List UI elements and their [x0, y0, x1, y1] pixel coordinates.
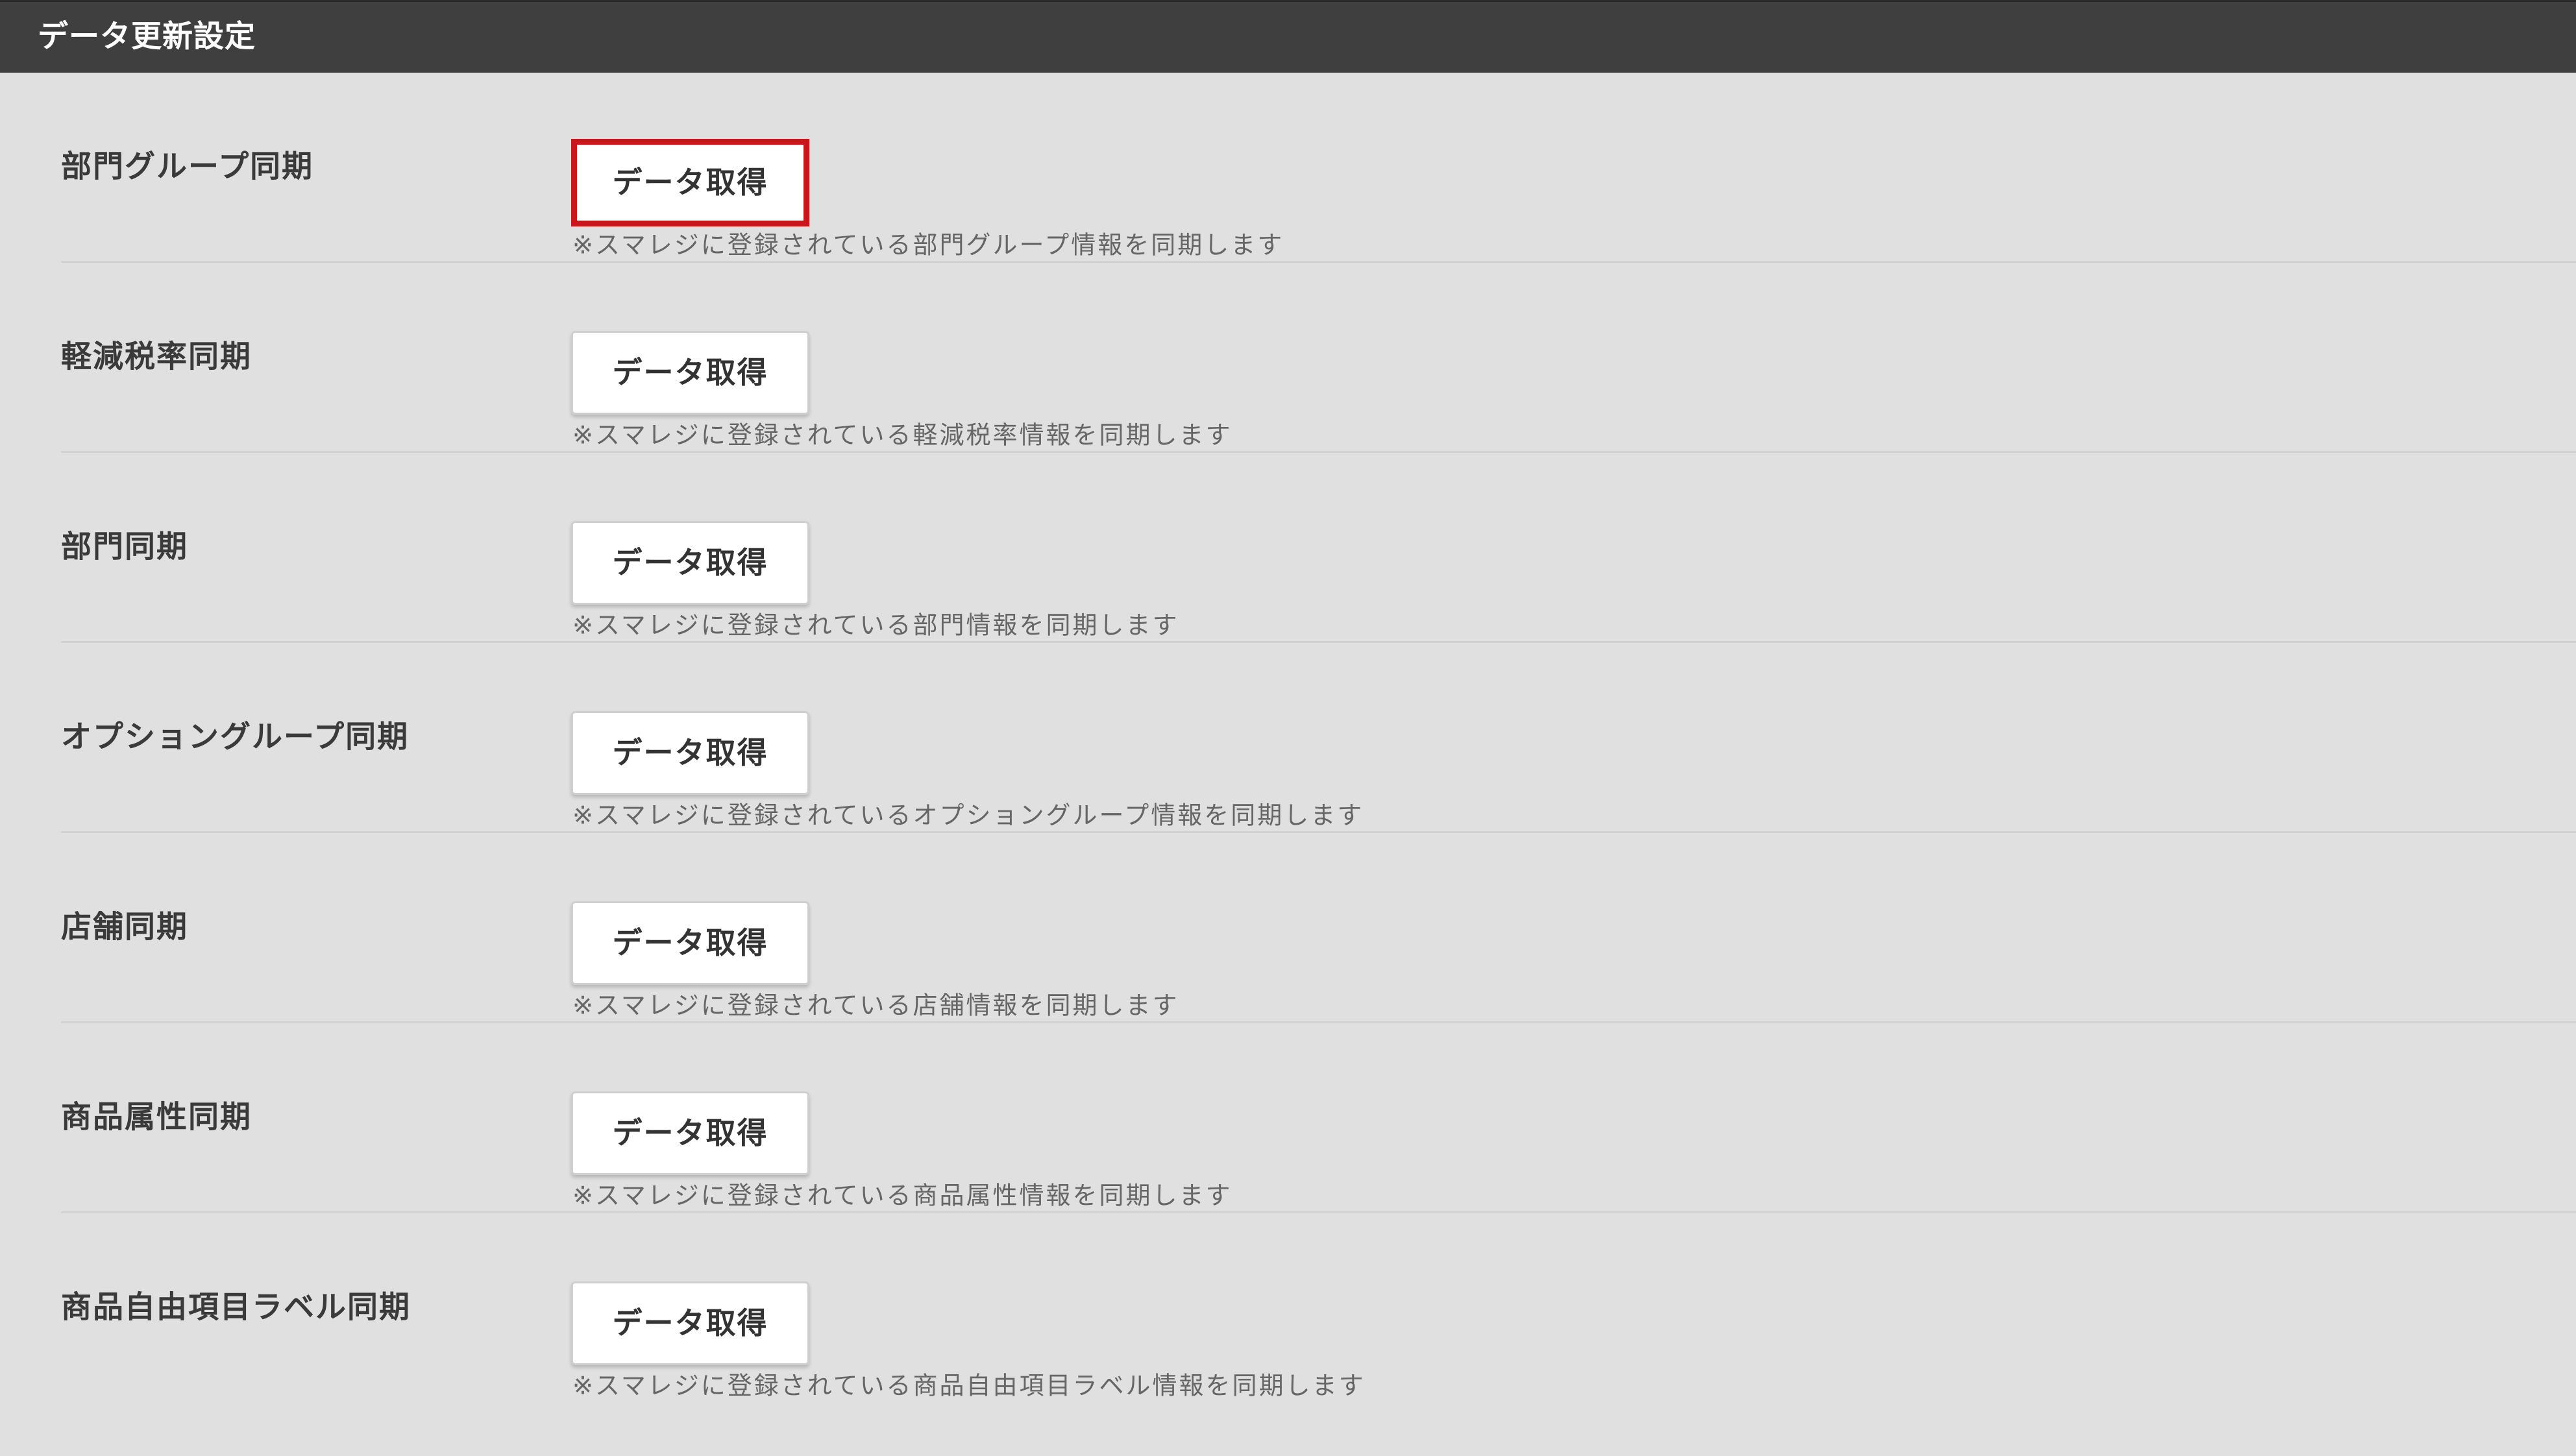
row-product-attribute-sync: 商品属性同期 データ取得 ※スマレジに登録されている商品属性情報を同期します — [0, 1023, 2576, 1213]
row-note: ※スマレジに登録されている軽減税率情報を同期します — [572, 420, 1233, 450]
row-label: 部門同期 — [61, 529, 188, 565]
fetch-data-button-reduced-tax-rate[interactable]: データ取得 — [571, 331, 809, 415]
row-label: 軽減税率同期 — [61, 339, 252, 375]
row-note: ※スマレジに登録されている商品自由項目ラベル情報を同期します — [572, 1371, 1366, 1400]
row-note: ※スマレジに登録されている店舗情報を同期します — [572, 991, 1179, 1020]
row-reduced-tax-rate-sync: 軽減税率同期 データ取得 ※スマレジに登録されている軽減税率情報を同期します — [0, 263, 2576, 453]
row-store-sync: 店舗同期 データ取得 ※スマレジに登録されている店舗情報を同期します — [0, 833, 2576, 1023]
fetch-data-button-product-custom-field-label[interactable]: データ取得 — [571, 1281, 809, 1365]
row-department-sync: 部門同期 データ取得 ※スマレジに登録されている部門情報を同期します — [0, 453, 2576, 643]
fetch-data-button-department[interactable]: データ取得 — [571, 521, 809, 605]
fetch-data-button-option-group[interactable]: データ取得 — [571, 711, 809, 795]
row-label: 商品属性同期 — [61, 1099, 252, 1135]
sync-settings-list: 部門グループ同期 データ取得 ※スマレジに登録されている部門グループ情報を同期し… — [0, 73, 2576, 1403]
row-note: ※スマレジに登録されている部門グループ情報を同期します — [572, 230, 1284, 260]
row-label: 部門グループ同期 — [61, 149, 314, 185]
row-label: オプショングループ同期 — [61, 719, 410, 755]
row-label: 商品自由項目ラベル同期 — [61, 1289, 411, 1326]
page-title: データ更新設定 — [38, 19, 256, 55]
row-note: ※スマレジに登録されている商品属性情報を同期します — [572, 1181, 1233, 1210]
row-note: ※スマレジに登録されているオプショングループ情報を同期します — [572, 801, 1364, 830]
fetch-data-button-store[interactable]: データ取得 — [571, 901, 809, 985]
row-option-group-sync: オプショングループ同期 データ取得 ※スマレジに登録されているオプショングループ… — [0, 643, 2576, 833]
fetch-data-button-department-group[interactable]: データ取得 — [571, 139, 809, 226]
row-note: ※スマレジに登録されている部門情報を同期します — [572, 611, 1179, 640]
row-label: 店舗同期 — [61, 909, 188, 945]
fetch-data-button-product-attribute[interactable]: データ取得 — [571, 1091, 809, 1175]
settings-header: データ更新設定 — [0, 0, 2576, 73]
row-product-custom-field-label-sync: 商品自由項目ラベル同期 データ取得 ※スマレジに登録されている商品自由項目ラベル… — [0, 1213, 2576, 1403]
row-department-group-sync: 部門グループ同期 データ取得 ※スマレジに登録されている部門グループ情報を同期し… — [0, 73, 2576, 263]
